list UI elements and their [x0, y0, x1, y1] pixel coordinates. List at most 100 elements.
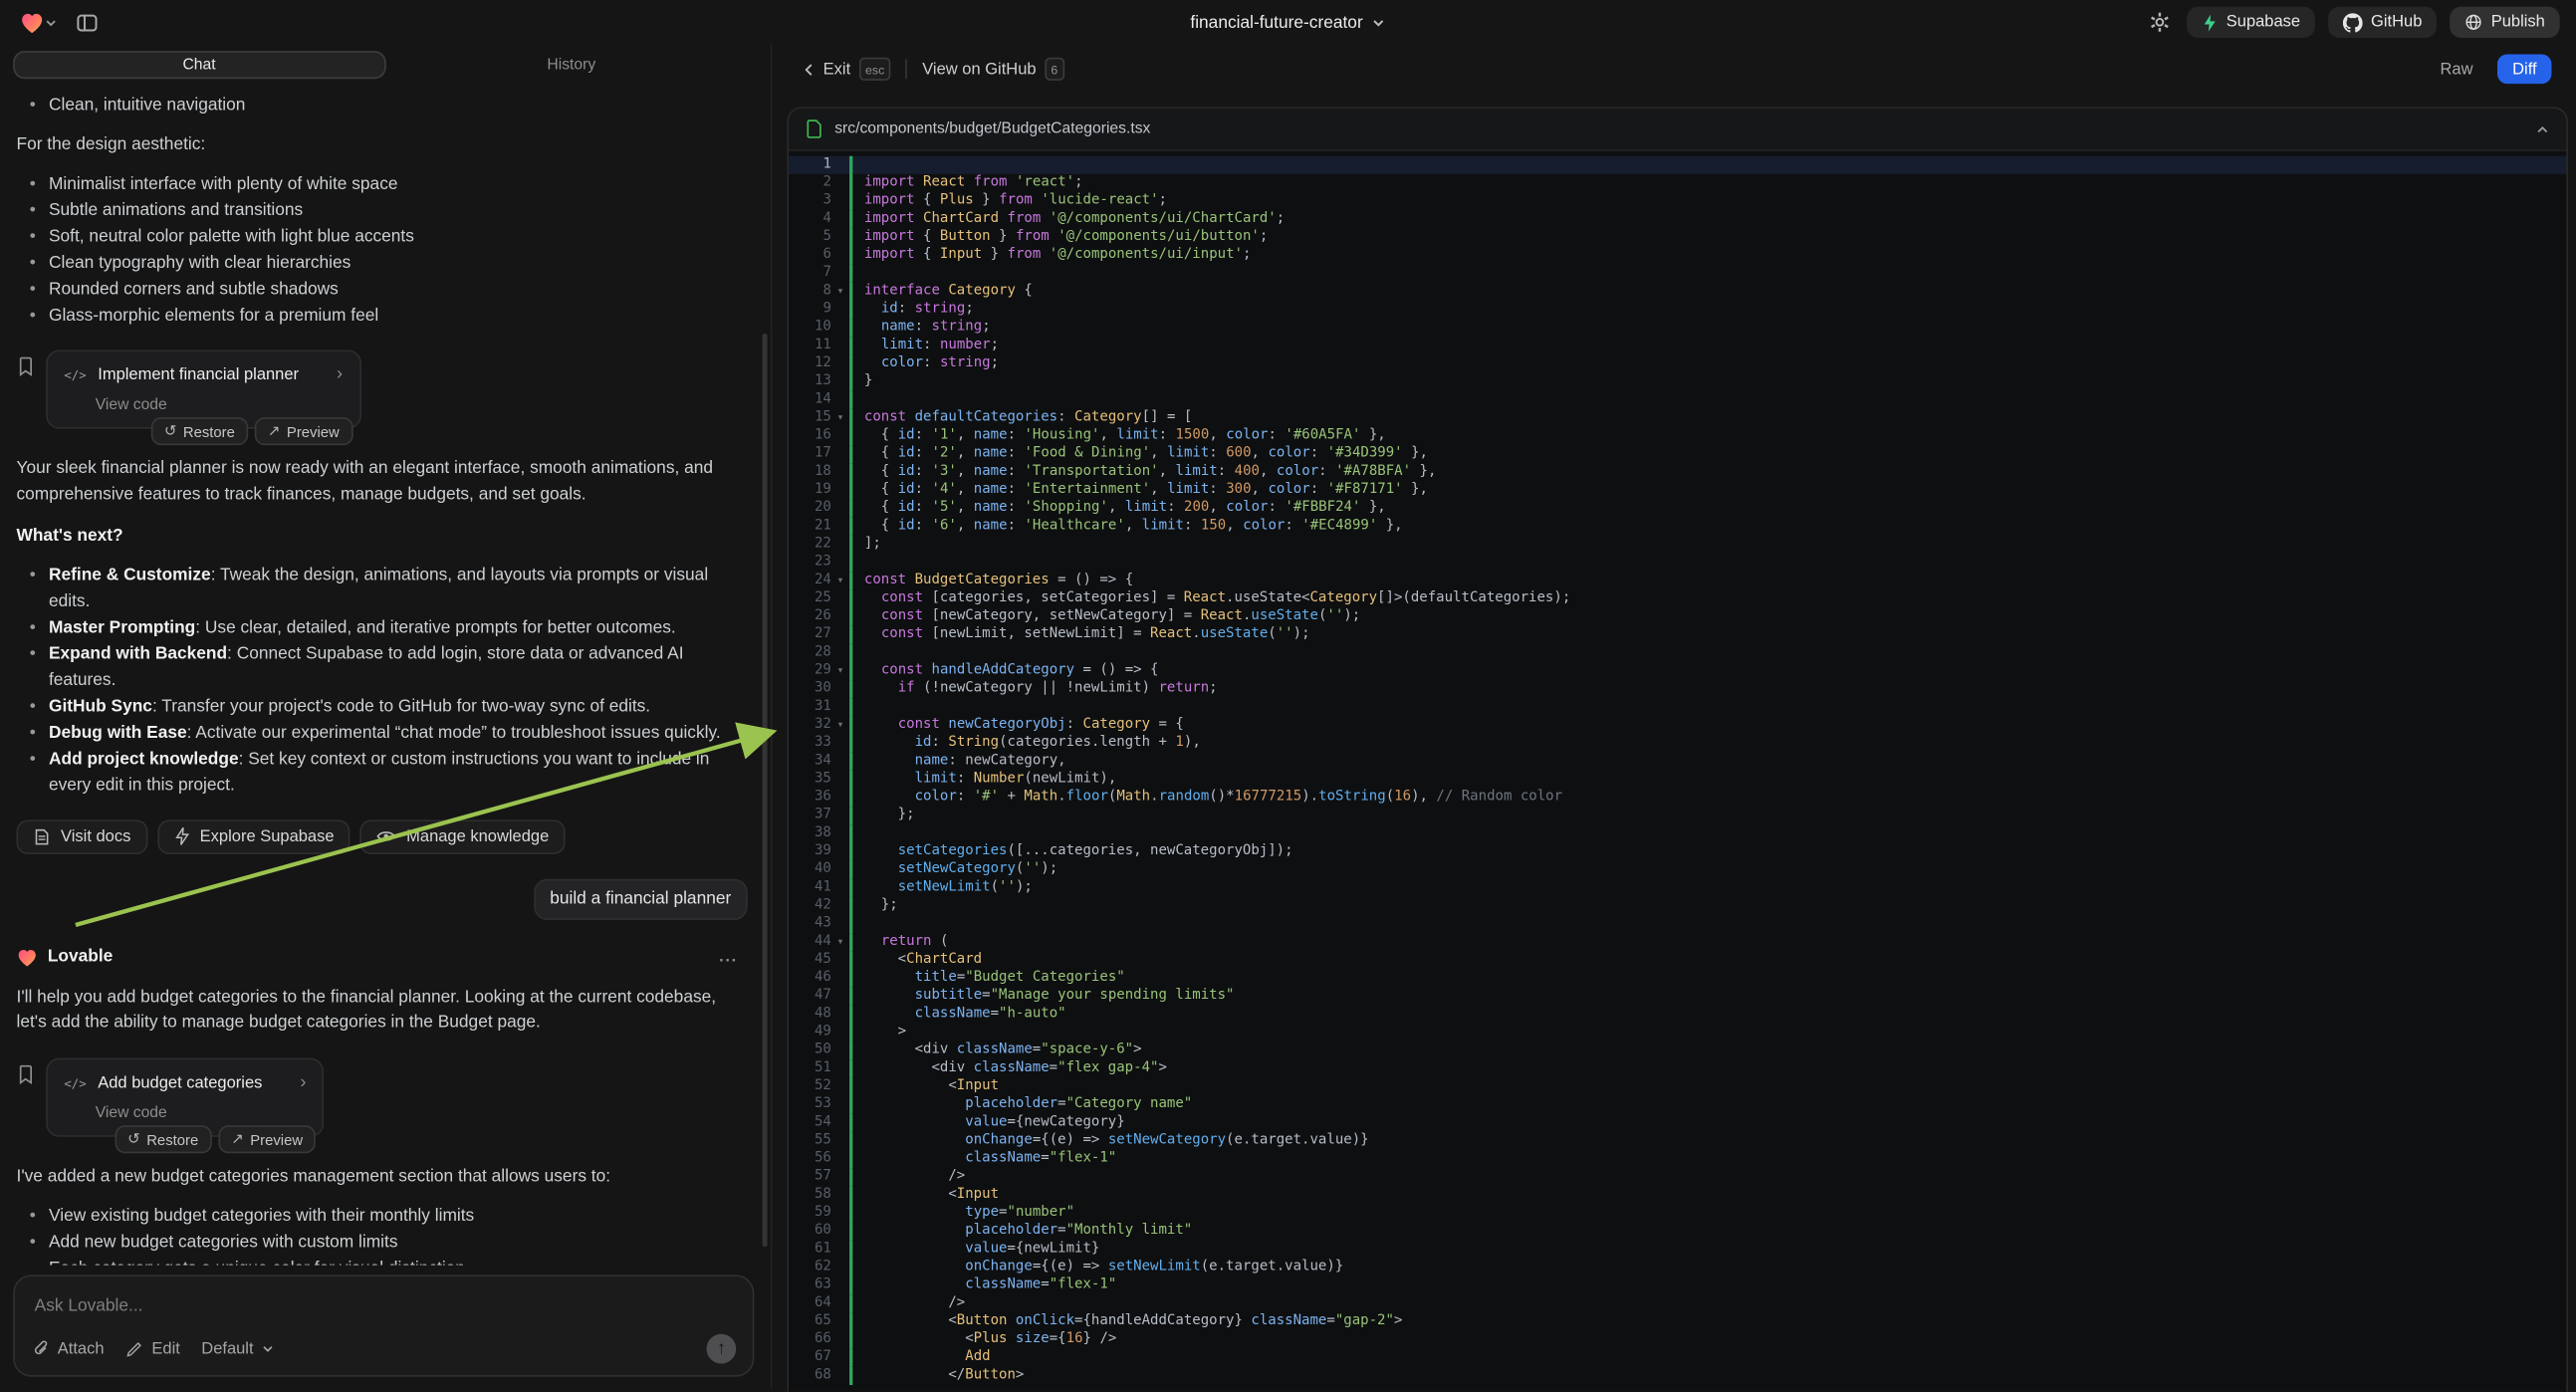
fold-chevron-icon[interactable]	[831, 1367, 849, 1385]
fold-chevron-icon[interactable]	[831, 156, 849, 174]
diff-toggle-button[interactable]: Diff	[2497, 54, 2551, 84]
fold-chevron-icon[interactable]	[831, 391, 849, 409]
fold-chevron-icon[interactable]	[831, 1223, 849, 1241]
fold-chevron-icon[interactable]	[831, 1150, 849, 1168]
fold-chevron-icon[interactable]	[831, 626, 849, 644]
fold-chevron-icon[interactable]	[831, 1059, 849, 1077]
settings-button[interactable]	[2146, 8, 2174, 36]
fold-chevron-icon[interactable]	[831, 373, 849, 391]
fold-chevron-icon[interactable]	[831, 518, 849, 536]
view-code-button[interactable]: View code	[96, 396, 167, 414]
fold-chevron-icon[interactable]: ▾	[831, 283, 849, 301]
fold-chevron-icon[interactable]	[831, 301, 849, 319]
attach-button[interactable]: Attach	[31, 1339, 104, 1359]
fold-chevron-icon[interactable]	[831, 1312, 849, 1330]
edit-card-add-budget-categories[interactable]: </> Add budget categories › View code ↺ …	[46, 1057, 324, 1137]
fold-chevron-icon[interactable]	[831, 1204, 849, 1222]
fold-chevron-icon[interactable]: ▾	[831, 662, 849, 680]
explore-supabase-button[interactable]: Explore Supabase	[157, 819, 351, 854]
fold-chevron-icon[interactable]	[831, 174, 849, 192]
model-select[interactable]: Default	[201, 1340, 275, 1358]
view-on-github-button[interactable]: View on GitHub 6	[922, 58, 1064, 81]
fold-chevron-icon[interactable]	[831, 897, 849, 915]
fold-chevron-icon[interactable]	[831, 228, 849, 246]
supabase-button[interactable]: Supabase	[2187, 7, 2315, 38]
fold-chevron-icon[interactable]	[831, 735, 849, 753]
fold-chevron-icon[interactable]	[831, 1331, 849, 1349]
fold-chevron-icon[interactable]	[831, 354, 849, 372]
fold-chevron-icon[interactable]	[831, 265, 849, 283]
view-code-button[interactable]: View code	[96, 1104, 167, 1122]
fold-chevron-icon[interactable]	[831, 753, 849, 771]
fold-chevron-icon[interactable]	[831, 192, 849, 210]
fold-chevron-icon[interactable]	[831, 247, 849, 265]
fold-chevron-icon[interactable]	[831, 1114, 849, 1132]
fold-chevron-icon[interactable]	[831, 1349, 849, 1367]
fold-chevron-icon[interactable]: ▾	[831, 409, 849, 427]
fold-chevron-icon[interactable]	[831, 771, 849, 789]
fold-chevron-icon[interactable]: ▾	[831, 933, 849, 951]
tab-chat[interactable]: Chat	[13, 51, 385, 79]
sidebar-toggle-button[interactable]	[73, 7, 103, 37]
fold-chevron-icon[interactable]	[831, 680, 849, 698]
fold-chevron-icon[interactable]	[831, 807, 849, 824]
fold-chevron-icon[interactable]	[831, 1132, 849, 1150]
fold-chevron-icon[interactable]	[831, 988, 849, 1006]
message-more-button[interactable]: ...	[709, 947, 748, 968]
code-lines[interactable]: 12import React from 'react';3import { Pl…	[789, 151, 2566, 1392]
exit-button[interactable]: Exit esc	[804, 58, 891, 81]
restore-button[interactable]: ↺ Restore	[151, 417, 248, 445]
fold-chevron-icon[interactable]	[831, 1294, 849, 1312]
fold-chevron-icon[interactable]	[831, 1006, 849, 1024]
manage-knowledge-button[interactable]: Manage knowledge	[360, 819, 566, 854]
fold-chevron-icon[interactable]	[831, 879, 849, 897]
fold-chevron-icon[interactable]	[831, 970, 849, 988]
fold-chevron-icon[interactable]	[831, 1241, 849, 1259]
chat-input[interactable]	[31, 1294, 736, 1317]
fold-chevron-icon[interactable]	[831, 789, 849, 807]
fold-chevron-icon[interactable]: ▾	[831, 716, 849, 734]
lovable-logo-menu[interactable]	[17, 7, 62, 37]
raw-toggle-button[interactable]: Raw	[2431, 59, 2483, 80]
fold-chevron-icon[interactable]	[831, 500, 849, 518]
fold-chevron-icon[interactable]	[831, 427, 849, 445]
fold-chevron-icon[interactable]	[831, 554, 849, 572]
publish-button[interactable]: Publish	[2450, 7, 2559, 38]
fold-chevron-icon[interactable]: ▾	[831, 572, 849, 589]
fold-chevron-icon[interactable]	[831, 1168, 849, 1186]
fold-chevron-icon[interactable]	[831, 210, 849, 228]
tab-history[interactable]: History	[385, 51, 758, 79]
fold-chevron-icon[interactable]	[831, 824, 849, 842]
fold-chevron-icon[interactable]	[831, 1024, 849, 1042]
github-button[interactable]: GitHub	[2328, 7, 2437, 38]
edit-mode-button[interactable]: Edit	[125, 1340, 180, 1358]
edit-card-implement-financial-planner[interactable]: </> Implement financial planner › View c…	[46, 349, 360, 429]
send-button[interactable]: ↑	[707, 1334, 737, 1364]
fold-chevron-icon[interactable]	[831, 536, 849, 554]
fold-chevron-icon[interactable]	[831, 1186, 849, 1204]
fold-chevron-icon[interactable]	[831, 915, 849, 933]
collapse-file-button[interactable]	[2535, 124, 2550, 134]
fold-chevron-icon[interactable]	[831, 319, 849, 337]
fold-chevron-icon[interactable]	[831, 337, 849, 354]
project-switcher[interactable]: financial-future-creator	[1180, 11, 1395, 34]
fold-chevron-icon[interactable]	[831, 644, 849, 662]
fold-chevron-icon[interactable]	[831, 842, 849, 860]
restore-button[interactable]: ↺ Restore	[115, 1125, 211, 1153]
chat-scroll-area[interactable]: • Clean, intuitive navigation For the de…	[0, 83, 771, 1266]
fold-chevron-icon[interactable]	[831, 951, 849, 969]
fold-chevron-icon[interactable]	[831, 445, 849, 463]
visit-docs-button[interactable]: Visit docs	[17, 819, 147, 854]
fold-chevron-icon[interactable]	[831, 463, 849, 481]
preview-button[interactable]: ↗ Preview	[218, 1125, 316, 1153]
preview-button[interactable]: ↗ Preview	[255, 417, 352, 445]
fold-chevron-icon[interactable]	[831, 698, 849, 716]
fold-chevron-icon[interactable]	[831, 589, 849, 607]
fold-chevron-icon[interactable]	[831, 1096, 849, 1114]
chat-scrollbar[interactable]	[763, 334, 768, 1247]
fold-chevron-icon[interactable]	[831, 1042, 849, 1059]
fold-chevron-icon[interactable]	[831, 608, 849, 626]
fold-chevron-icon[interactable]	[831, 1259, 849, 1276]
fold-chevron-icon[interactable]	[831, 1077, 849, 1095]
fold-chevron-icon[interactable]	[831, 861, 849, 879]
